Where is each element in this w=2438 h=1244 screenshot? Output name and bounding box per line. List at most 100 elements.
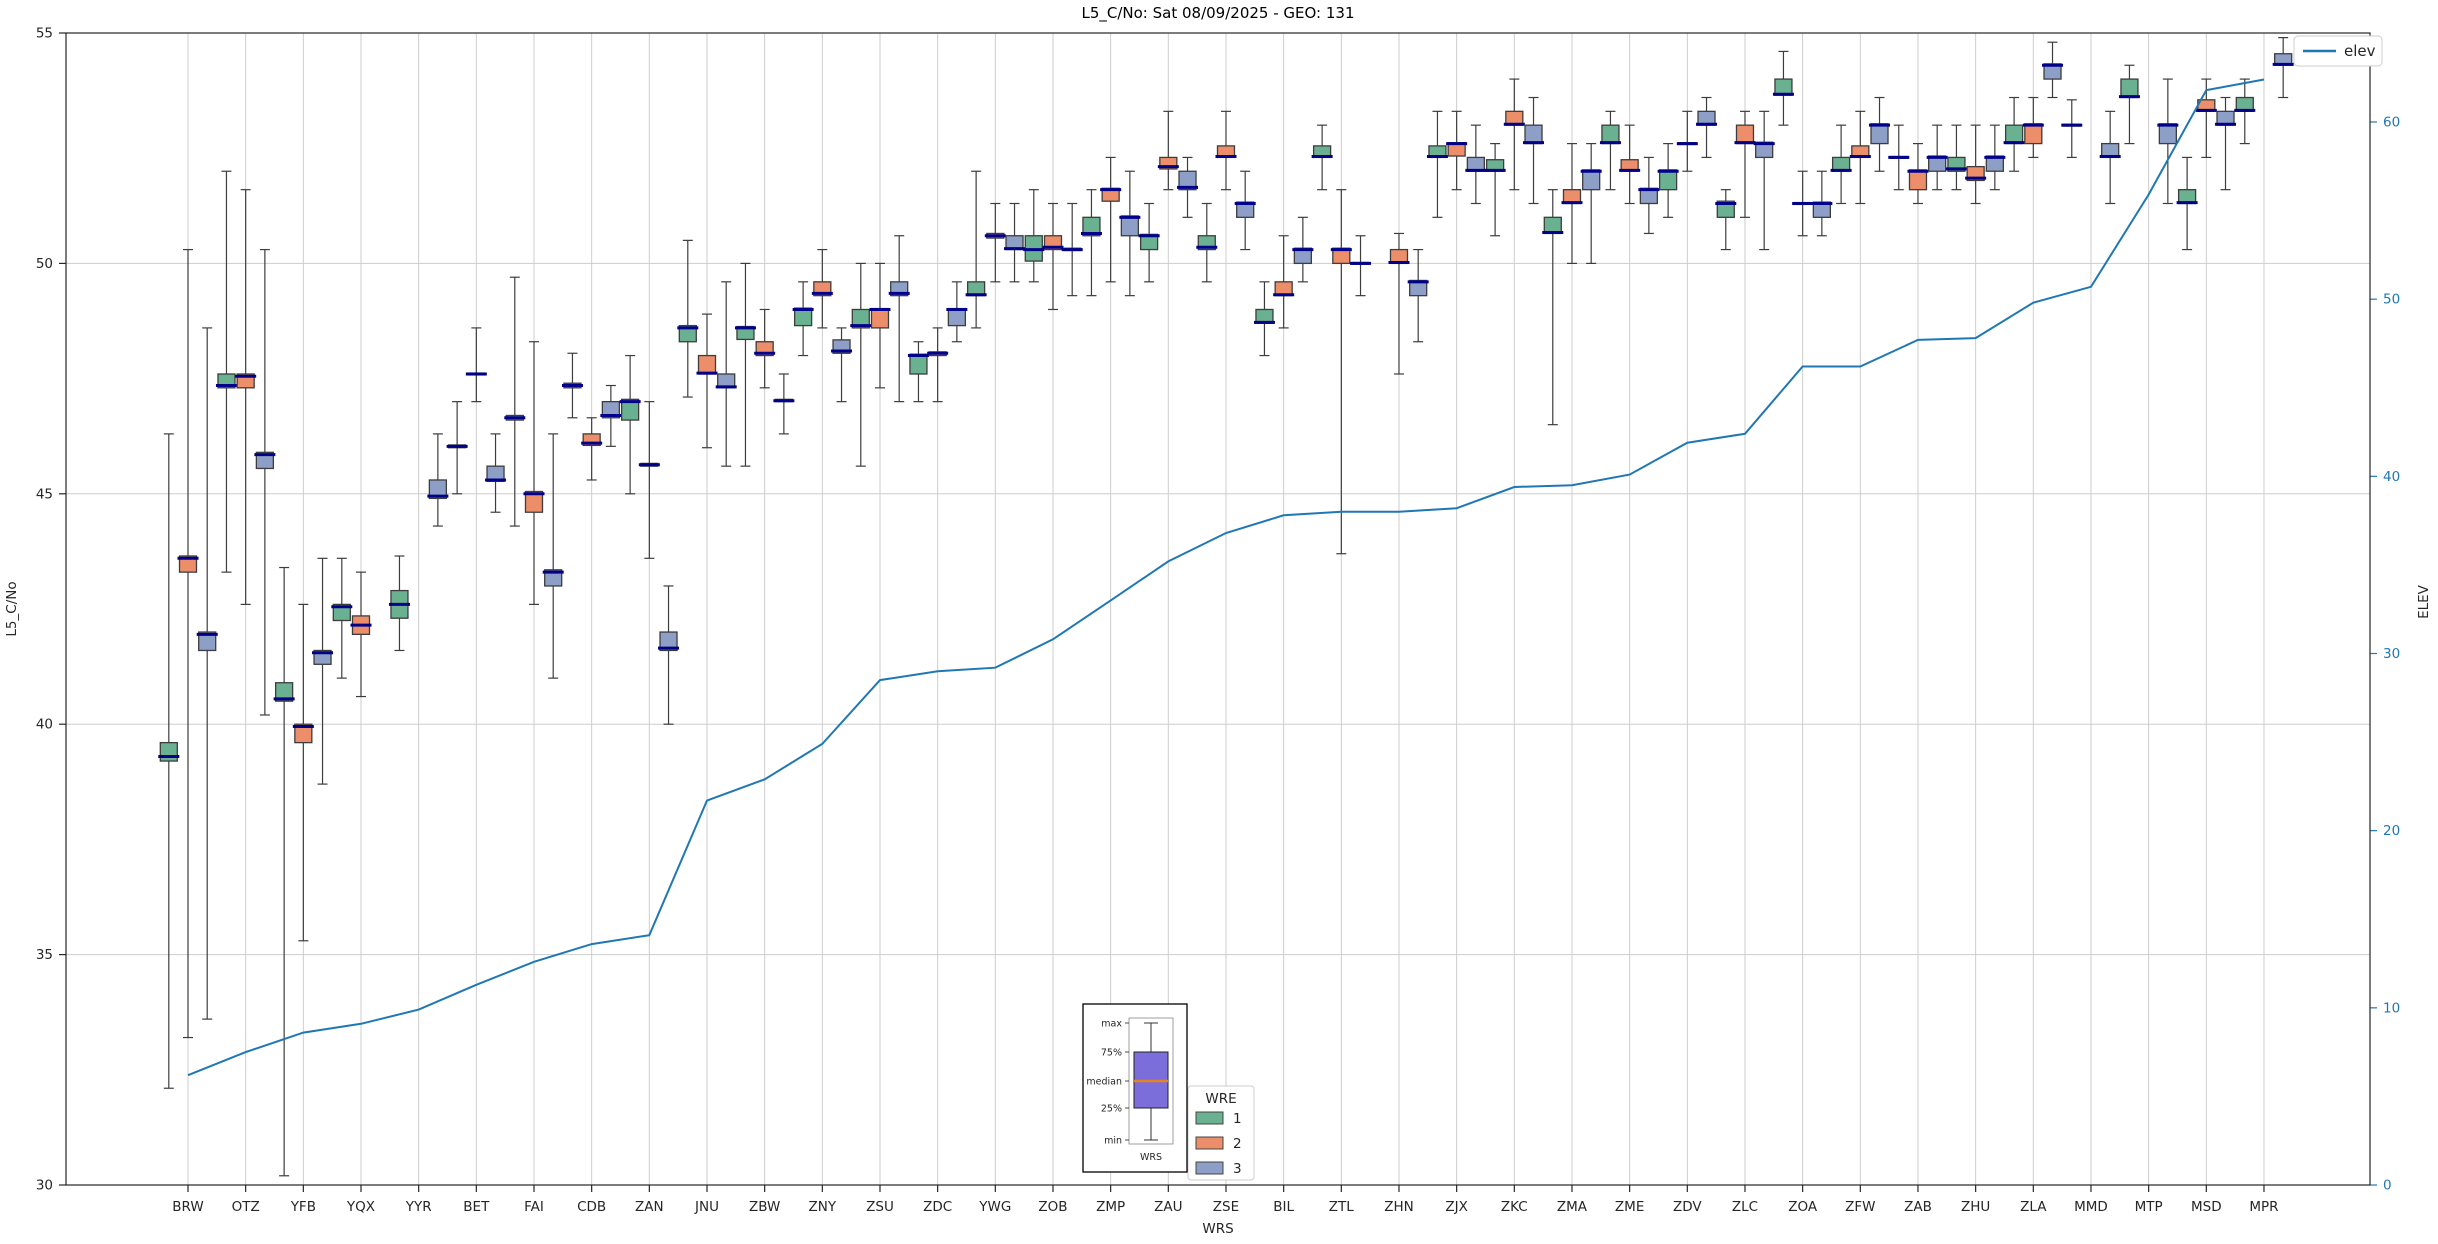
box-ZJX-wre1	[1426, 110, 1448, 218]
box-ZMA-wre3	[1580, 142, 1602, 264]
box-ZJX-wre3	[1465, 124, 1487, 205]
iqr-box	[909, 353, 928, 375]
iqr-box	[2158, 123, 2177, 145]
box-ZOA-wre2	[1792, 170, 1814, 237]
box-OTZ-wre3	[254, 248, 276, 716]
box-BRW-wre3	[196, 327, 218, 1020]
box-MTP-wre3	[2157, 78, 2179, 205]
box-ZHU-wre3	[1984, 124, 2006, 191]
elev-legend: elev	[2293, 35, 2383, 67]
y-tick-label: 30	[36, 1178, 53, 1194]
box-ZFW-wre1	[1830, 124, 1852, 205]
x-tick-label-ZSE: ZSE	[1213, 1199, 1239, 1215]
x-tick-label-ZNY: ZNY	[809, 1199, 837, 1215]
wre-item-label-1: 1	[1233, 1111, 1242, 1127]
box-ZMA-wre2	[1561, 142, 1583, 264]
axis-ticks: 30 35 40 45 50 55 0 10 20 30 40 50 60 BRW OTZ YFB YQX YYR…	[36, 26, 2400, 1216]
x-tick-label-FAI: FAI	[524, 1199, 544, 1215]
wre-swatch-3	[1195, 1161, 1224, 1175]
box-ZSE-wre3	[1234, 170, 1256, 251]
x-tick-label-YYR: YYR	[405, 1199, 432, 1215]
box-ZDV-wre3	[1696, 96, 1718, 159]
box-ZTL-wre3	[1350, 235, 1372, 297]
x-tick-label-ZOA: ZOA	[1788, 1199, 1818, 1215]
x-tick-label-OTZ: OTZ	[232, 1199, 260, 1215]
x-tick-label-YWG: YWG	[978, 1199, 1011, 1215]
wre-legend-items: 1 2 3	[1195, 1111, 1242, 1177]
boxplot-anatomy-inset: max 75% median 25% min WRS	[1082, 1003, 1188, 1173]
box-ZME-wre2	[1619, 124, 1641, 205]
box-MSD-wre1	[2176, 156, 2198, 251]
box-ZLA-wre3	[2042, 41, 2064, 99]
chart-title: L5_C/No: Sat 08/09/2025 - GEO: 131	[1081, 4, 1354, 23]
box-BIL-wre2	[1273, 235, 1295, 329]
x-tick-label-ZSU: ZSU	[866, 1199, 894, 1215]
box-ZOA-wre1	[1772, 50, 1794, 126]
box-ZAN-wre1	[619, 354, 641, 495]
box-YYR-wre3	[427, 433, 449, 527]
x-tick-label-BRW: BRW	[172, 1199, 203, 1215]
chart-canvas: 30 35 40 45 50 55 0 10 20 30 40 50 60 BRW OTZ YFB YQX YYR…	[4, 4, 2432, 1237]
box-ZHU-wre2	[1965, 124, 1987, 205]
box-ZLC-wre1	[1715, 189, 1737, 251]
x-tick-label-ZJX: ZJX	[1445, 1199, 1467, 1215]
x-tick-label-BIL: BIL	[1273, 1199, 1294, 1215]
box-ZSE-wre2	[1215, 110, 1237, 191]
box-ZJX-wre2	[1446, 110, 1468, 191]
box-ZDC-wre1	[907, 341, 929, 403]
x-tick-label-MPR: MPR	[2249, 1199, 2278, 1215]
box-ZAU-wre2	[1157, 110, 1179, 191]
box-ZAN-wre2	[638, 401, 660, 559]
box-ZTL-wre1	[1311, 124, 1333, 191]
secondary-y-axis-label: ELEV	[2416, 584, 2432, 619]
y-tick-label: 50	[36, 256, 53, 272]
box-ZOB-wre1	[1023, 189, 1045, 283]
x-tick-label-JNU: JNU	[694, 1199, 719, 1215]
box-ZSU-wre1	[850, 262, 872, 467]
wre-legend-title: WRE	[1205, 1091, 1236, 1107]
x-tick-label-ZOB: ZOB	[1038, 1199, 1067, 1215]
box-BRW-wre2	[177, 248, 199, 1039]
box-YWG-wre2	[984, 202, 1006, 283]
iqr-box	[1908, 169, 1928, 191]
box-OTZ-wre2	[235, 189, 257, 605]
iqr-box	[2004, 124, 2024, 145]
box-ZLA-wre2	[2022, 96, 2044, 159]
iqr-box	[1524, 124, 1543, 145]
iqr-box	[1870, 123, 1889, 145]
inset-xlabel: WRS	[1140, 1152, 1162, 1163]
x-tick-label-YQX: YQX	[346, 1199, 375, 1215]
box-BIL-wre1	[1253, 281, 1275, 357]
box-YYR-wre1	[388, 555, 410, 652]
inset-label-75: 75%	[1101, 1048, 1122, 1059]
iqr-box	[1601, 124, 1620, 145]
iqr-box	[870, 307, 890, 329]
box-ZOB-wre3	[1061, 202, 1083, 297]
box-ZSE-wre1	[1196, 202, 1218, 283]
box-ZKC-wre2	[1503, 78, 1525, 191]
y-tick-label: 40	[36, 717, 53, 733]
box-ZAB-wre3	[1926, 124, 1948, 191]
iqr-box	[947, 307, 967, 327]
x-tick-label-ZTL: ZTL	[1329, 1199, 1354, 1215]
y2-tick-label: 10	[2383, 1000, 2400, 1016]
box-ZAN-wre3	[658, 585, 680, 725]
x-tick-label-ZLA: ZLA	[2020, 1199, 2047, 1215]
box-MPR-wre1	[2234, 78, 2256, 145]
box-ZMP-wre3	[1119, 170, 1141, 297]
box-OTZ-wre1	[215, 170, 237, 573]
wre-swatch-2	[1195, 1136, 1224, 1150]
box-ZLC-wre3	[1753, 110, 1775, 251]
box-YWG-wre3	[1004, 202, 1026, 283]
inset-label-median: median	[1086, 1077, 1122, 1088]
box-ZME-wre3	[1638, 156, 1660, 235]
x-tick-label-MMD: MMD	[2074, 1199, 2108, 1215]
box-FAI-wre3	[542, 433, 564, 679]
box-CDB-wre1	[561, 352, 583, 419]
x-tick-label-ZHU: ZHU	[1961, 1199, 1990, 1215]
box-ZHU-wre1	[1945, 124, 1967, 191]
box-YFB-wre1	[273, 566, 295, 1177]
y2-tick-label: 50	[2383, 292, 2400, 308]
box-ZNY-wre1	[792, 281, 814, 357]
box-ZMA-wre1	[1542, 189, 1564, 426]
